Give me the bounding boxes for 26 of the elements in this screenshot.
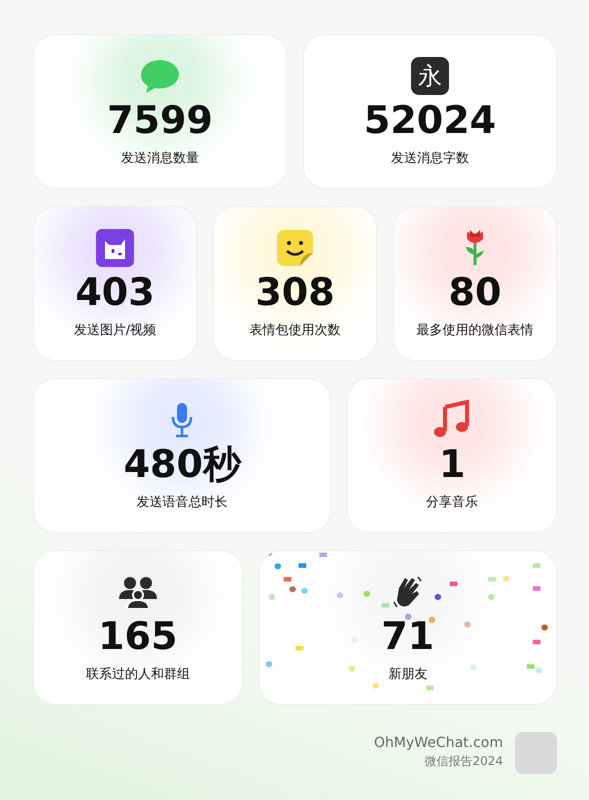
- stat-label: 发送图片/视频: [74, 322, 156, 340]
- stat-value: 71: [381, 616, 434, 655]
- character-icon: 永: [411, 56, 449, 95]
- rose-icon: [463, 228, 487, 267]
- stat-label: 发送语音总时长: [136, 494, 228, 512]
- stat-value: 308: [255, 272, 335, 311]
- stat-label: 分享音乐: [426, 494, 478, 512]
- photo-placeholder: [515, 732, 557, 774]
- stat-value: 480秒: [124, 444, 241, 483]
- smiley-sticker-icon: [276, 228, 314, 267]
- stat-label: 联系过的人和群组: [86, 666, 190, 684]
- stat-label: 新朋友: [388, 666, 428, 684]
- report-title: 微信报告2024: [423, 752, 503, 770]
- stat-value: 52024: [364, 100, 496, 139]
- stat-label: 最多使用的微信表情: [416, 322, 534, 340]
- site-name: OhMyWeChat.com: [374, 736, 503, 752]
- stat-value: 403: [75, 272, 155, 311]
- stat-value: 80: [448, 272, 502, 311]
- stat-value: 165: [98, 616, 178, 655]
- stat-label: 发送消息数量: [121, 150, 199, 168]
- people-icon: [118, 574, 158, 609]
- stat-label: 表情包使用次数: [250, 322, 340, 340]
- stat-value: 7599: [107, 100, 213, 139]
- stat-label: 发送消息字数: [391, 150, 469, 168]
- stat-value: 1: [439, 444, 466, 483]
- cat-face-icon: [96, 228, 134, 267]
